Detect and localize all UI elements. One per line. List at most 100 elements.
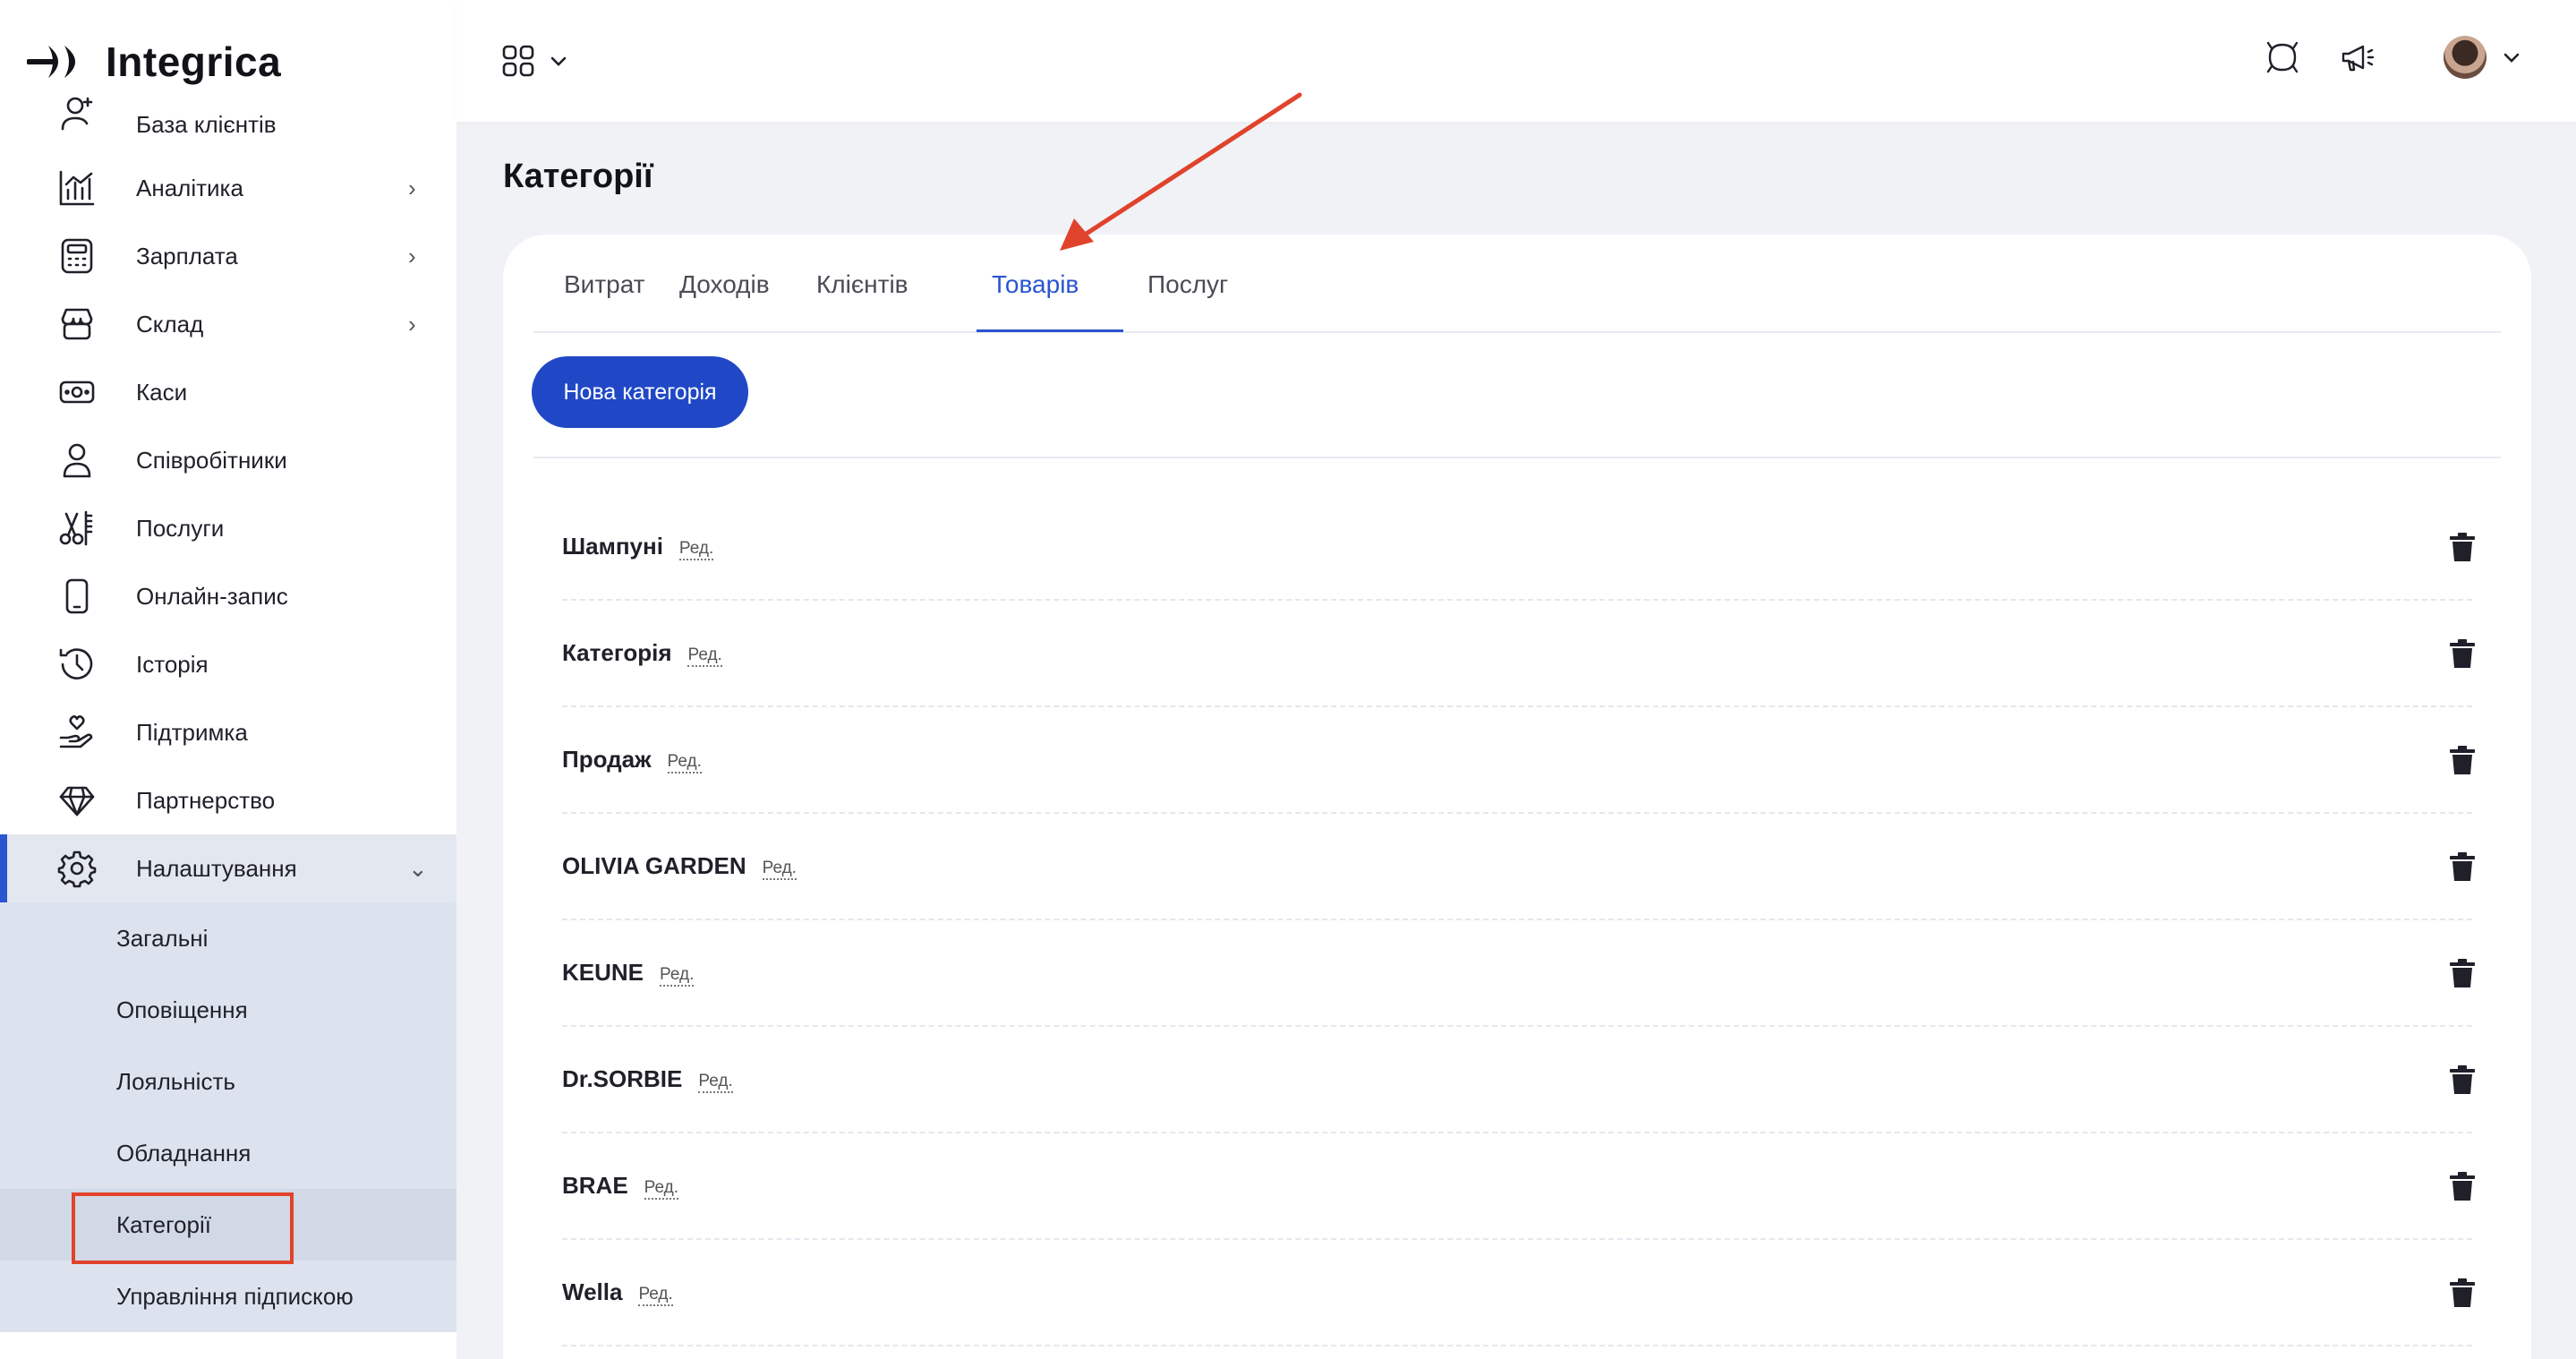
- sidebar-item-analytics[interactable]: Аналітика ›: [0, 154, 456, 222]
- gear-icon: [55, 847, 98, 890]
- scissors-icon: [55, 507, 98, 550]
- submenu-item-general[interactable]: Загальні: [0, 902, 456, 974]
- user-avatar: [2444, 36, 2486, 79]
- megaphone-icon[interactable]: [2338, 38, 2377, 77]
- categories-card: Витрат Доходів Клієнтів Товарів Послуг Н…: [503, 235, 2531, 1359]
- trash-icon[interactable]: [2449, 851, 2476, 882]
- category-name: Wella: [562, 1278, 623, 1305]
- sidebar-item-label: База клієнтів: [136, 111, 277, 138]
- chevron-down-icon: [2503, 53, 2520, 63]
- chevron-right-icon: ›: [408, 174, 416, 201]
- category-name: KEUNE: [562, 959, 644, 986]
- sidebar-item-label: Каси: [136, 378, 188, 406]
- edit-link[interactable]: Ред.: [644, 1178, 679, 1200]
- edit-link[interactable]: Ред.: [638, 1285, 673, 1306]
- history-icon: [55, 643, 98, 686]
- sidebar-item-label: Зарплата: [136, 242, 238, 269]
- sidebar-item-settings[interactable]: Налаштування ⌄: [0, 834, 456, 902]
- trash-icon[interactable]: [2449, 1278, 2476, 1308]
- sidebar-item-services[interactable]: Послуги: [0, 494, 456, 562]
- tab-expenses[interactable]: Витрат: [564, 270, 645, 299]
- sidebar-item-clients[interactable]: База клієнтів: [0, 97, 456, 154]
- trash-icon[interactable]: [2449, 958, 2476, 988]
- tab-clients[interactable]: Клієнтів: [816, 270, 908, 299]
- page-title: Категорії: [503, 158, 653, 195]
- sidebar-item-salary[interactable]: Зарплата ›: [0, 222, 456, 290]
- highlight-box: [72, 1192, 294, 1264]
- submenu-item-subscription[interactable]: Управління підпискою: [0, 1261, 456, 1332]
- category-name: OLIVIA GARDEN: [562, 852, 746, 879]
- sidebar-item-employees[interactable]: Співробітники: [0, 426, 456, 494]
- sidebar-nav: База клієнтів Аналітика › Зарплата › Скл…: [0, 97, 456, 1332]
- sidebar-item-label: Історія: [136, 650, 209, 678]
- tab-income[interactable]: Доходів: [679, 270, 770, 299]
- sidebar-item-online-booking[interactable]: Онлайн-запис: [0, 562, 456, 630]
- sidebar-item-support[interactable]: Підтримка: [0, 698, 456, 766]
- category-tabs: Витрат Доходів Клієнтів Товарів Послуг: [533, 235, 2501, 333]
- tab-products[interactable]: Товарів: [992, 270, 1079, 299]
- sidebar-item-label: Склад: [136, 310, 204, 338]
- list-item: BRAE Ред.: [562, 1133, 2475, 1240]
- category-name: Продаж: [562, 746, 652, 773]
- chevron-right-icon: ›: [408, 310, 416, 338]
- chevron-down-icon: ⌄: [408, 854, 428, 882]
- cash-icon: [55, 371, 98, 414]
- list-item: OLIVIA GARDEN Ред.: [562, 814, 2475, 920]
- sidebar-item-label: Підтримка: [136, 718, 248, 746]
- list-item: KEUNE Ред.: [562, 920, 2475, 1027]
- support-icon: [55, 711, 98, 754]
- top-actions: [2263, 36, 2522, 79]
- list-item: Продаж Ред.: [562, 707, 2475, 814]
- submenu-item-loyalty[interactable]: Лояльність: [0, 1046, 456, 1117]
- category-name: BRAE: [562, 1172, 628, 1199]
- sidebar: Integrica База клієнтів Аналітика › Зарп…: [0, 0, 456, 1359]
- divider: [533, 457, 2501, 458]
- chevron-down-icon: [550, 56, 567, 66]
- trash-icon[interactable]: [2449, 638, 2476, 669]
- sidebar-item-partnership[interactable]: Партнерство: [0, 766, 456, 834]
- apps-menu-button[interactable]: [501, 39, 582, 82]
- sidebar-item-label: Послуги: [136, 514, 225, 542]
- new-category-button[interactable]: Нова категорія: [532, 356, 748, 428]
- active-tab-indicator: [977, 329, 1123, 332]
- diamond-icon: [55, 779, 98, 822]
- logo[interactable]: Integrica: [27, 29, 281, 95]
- user-menu[interactable]: [2444, 36, 2522, 79]
- clients-icon: [55, 93, 98, 136]
- list-item: Dr.SORBIE Ред.: [562, 1027, 2475, 1133]
- trash-icon[interactable]: [2449, 532, 2476, 562]
- edit-link[interactable]: Ред.: [698, 1072, 733, 1093]
- top-bar: [456, 0, 2576, 122]
- sidebar-item-warehouse[interactable]: Склад ›: [0, 290, 456, 358]
- analytics-icon: [55, 167, 98, 209]
- sidebar-item-label: Аналітика: [136, 174, 243, 201]
- edit-link[interactable]: Ред.: [667, 752, 702, 774]
- trash-icon[interactable]: [2449, 745, 2476, 775]
- category-list: Шампуні Ред. Категорія Ред. Продаж Ред. …: [562, 494, 2475, 1346]
- sidebar-item-label: Налаштування: [136, 854, 297, 882]
- store-icon: [55, 303, 98, 346]
- submenu-item-equipment[interactable]: Обладнання: [0, 1117, 456, 1189]
- sidebar-item-label: Онлайн-запис: [136, 582, 288, 610]
- sidebar-item-history[interactable]: Історія: [0, 630, 456, 698]
- list-item: Wella Ред.: [562, 1240, 2475, 1346]
- trash-icon[interactable]: [2449, 1064, 2476, 1095]
- category-name: Шампуні: [562, 533, 663, 560]
- category-name: Категорія: [562, 639, 672, 666]
- settings-submenu: Загальні Оповіщення Лояльність Обладнанн…: [0, 902, 456, 1332]
- tab-services[interactable]: Послуг: [1147, 270, 1228, 299]
- sidebar-item-cash[interactable]: Каси: [0, 358, 456, 426]
- submenu-item-categories[interactable]: Категорії: [0, 1189, 456, 1264]
- edit-link[interactable]: Ред.: [678, 539, 714, 560]
- chevron-right-icon: ›: [408, 242, 416, 269]
- phone-icon: [55, 575, 98, 618]
- trash-icon[interactable]: [2449, 1171, 2476, 1201]
- submenu-item-notifications[interactable]: Оповіщення: [0, 974, 456, 1046]
- edit-link[interactable]: Ред.: [660, 965, 695, 987]
- sidebar-item-label: Співробітники: [136, 446, 287, 474]
- edit-link[interactable]: Ред.: [687, 645, 722, 667]
- support-chat-icon[interactable]: [2263, 38, 2302, 77]
- grid-icon: [502, 45, 534, 77]
- edit-link[interactable]: Ред.: [762, 859, 797, 880]
- user-icon: [55, 439, 98, 482]
